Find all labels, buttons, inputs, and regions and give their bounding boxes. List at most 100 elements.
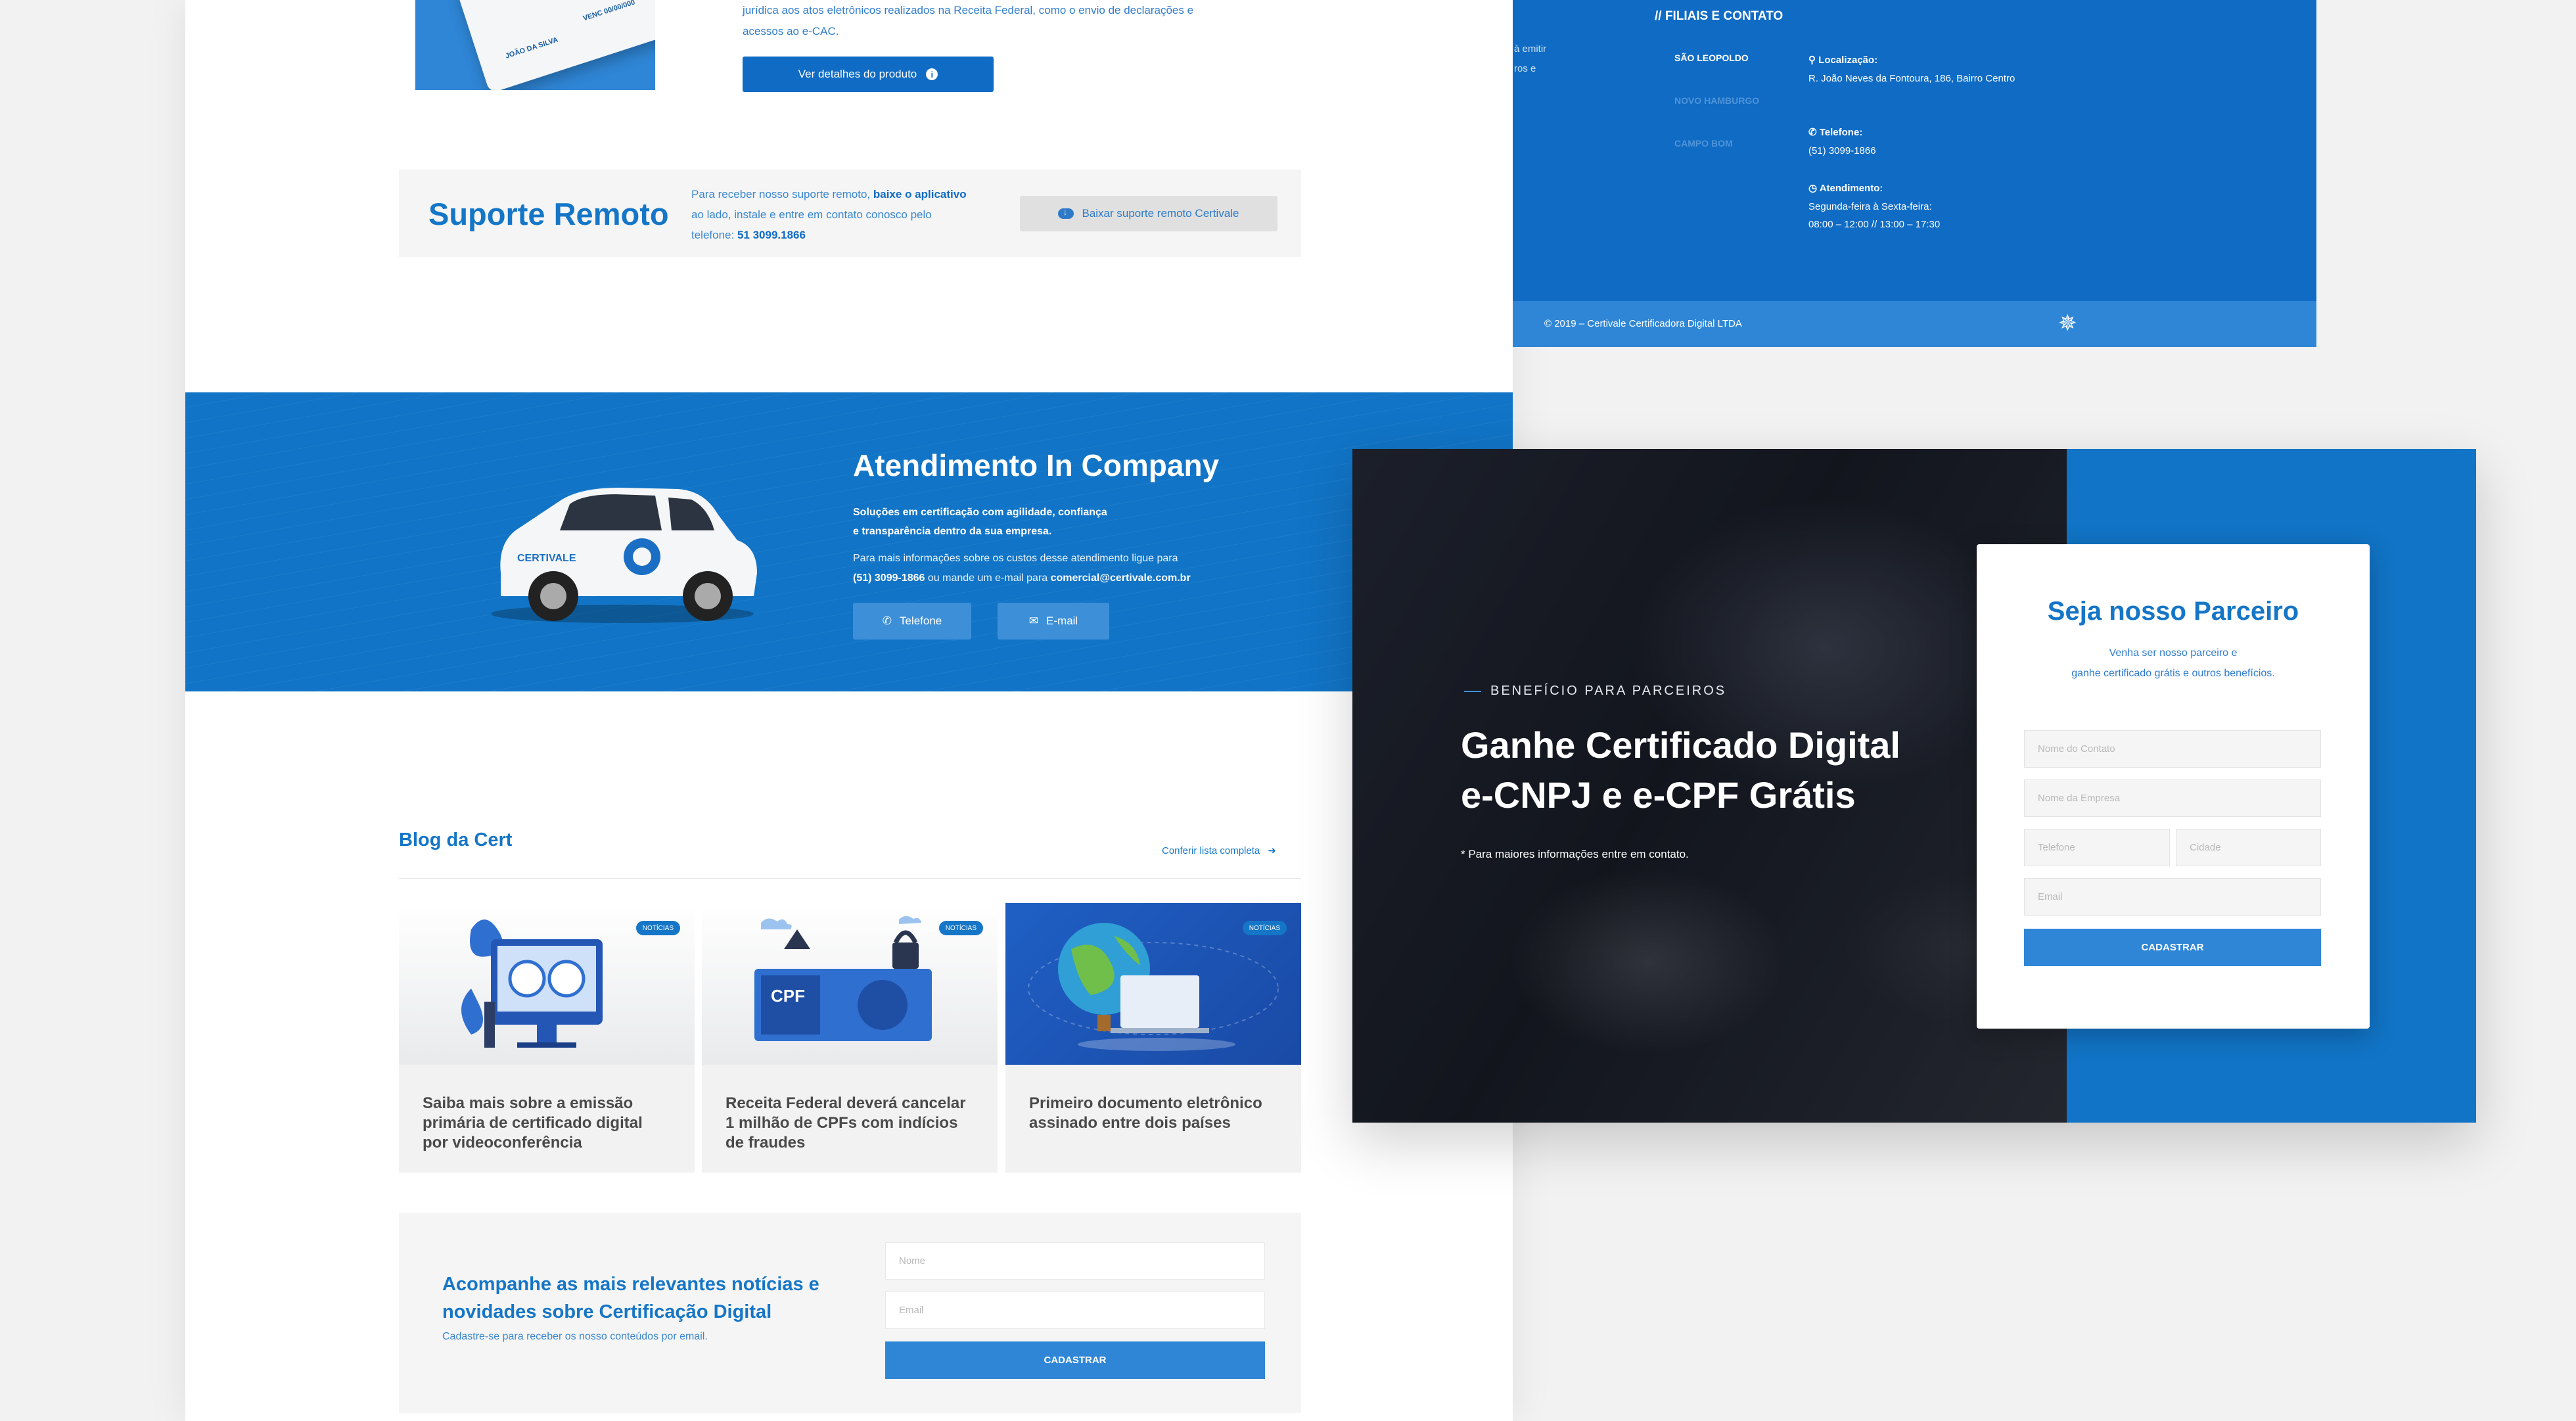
- newsletter-name-input[interactable]: Nome: [885, 1242, 1265, 1280]
- post-badge: NOTÍCIAS: [635, 921, 680, 935]
- cpf-text: CPF: [771, 986, 805, 1006]
- email-button[interactable]: ✉ E-mail: [998, 603, 1109, 640]
- partner-form: Seja nosso Parceiro Venha ser nosso parc…: [1977, 544, 2370, 1029]
- blog-post-card[interactable]: CPF NOTÍCIAS Receita Federal deverá canc…: [702, 903, 998, 1173]
- phone-button[interactable]: ✆ Telefone: [853, 603, 971, 640]
- newsletter-submit-button[interactable]: CADASTRAR: [885, 1341, 1265, 1379]
- in-company-subtitle-line: Soluções em certificação com agilidade, …: [853, 507, 1107, 518]
- branch-tab-campo-bom[interactable]: CAMPO BOM: [1674, 138, 1733, 149]
- hours-value: 08:00 – 12:00 // 13:00 – 17:30: [1808, 219, 1941, 230]
- footer-bar: © 2019 – Certivale Certificadora Digital…: [1513, 301, 2316, 347]
- map-pin-icon: ⚲: [1808, 55, 1819, 66]
- card-expiry: VENC 00/00/000: [582, 0, 636, 23]
- placeholder: Email: [899, 1305, 924, 1316]
- company-name-input[interactable]: Nome da Empresa: [2024, 780, 2321, 817]
- newsletter-subtitle: Cadastre-se para receber os nosso conteú…: [442, 1331, 708, 1342]
- partner-section: BENEFÍCIO PARA PARCEIROS Ganhe Certifica…: [1352, 449, 2476, 1123]
- support-text-bold: baixe o aplicativo: [873, 188, 967, 200]
- placeholder: Nome: [899, 1255, 926, 1267]
- partner-title: Ganhe Certificado Digital e-CNPJ e e-CPF…: [1461, 720, 1987, 820]
- partner-form-title: Seja nosso Parceiro: [2047, 597, 2299, 626]
- hours-label: ◷ Atendimento:: [1808, 182, 1883, 194]
- contact-name-input[interactable]: Nome do Contato: [2024, 730, 2321, 768]
- placeholder: Cidade: [2190, 842, 2221, 853]
- blog-post-card[interactable]: NOTÍCIAS Primeiro documento eletrônico a…: [1005, 903, 1301, 1173]
- partner-title-line: e-CNPJ e e-CPF Grátis: [1461, 774, 1856, 816]
- location-label: ⚲ Localização:: [1808, 54, 1877, 66]
- footer-fragment: à emitir: [1514, 43, 1547, 55]
- partner-form-subtitle-line: Venha ser nosso parceiro e: [2109, 647, 2238, 659]
- blog-post-title: Receita Federal deverá cancelar 1 milhão…: [725, 1094, 966, 1152]
- car-label: CERTIVALE: [517, 553, 576, 564]
- product-details-button[interactable]: Ver detalhes do produto i: [743, 57, 994, 92]
- in-company-info: Para mais informações sobre os custos de…: [853, 549, 1313, 588]
- blog-title: Blog da Cert: [399, 829, 513, 850]
- in-company-phone: (51) 3099-1866: [853, 572, 925, 584]
- certificate-card: JOÃO DA SILVA VENC 00/00/000: [455, 0, 655, 90]
- divider: [399, 878, 1301, 879]
- in-company-subtitle: Soluções em certificação com agilidade, …: [853, 503, 1247, 541]
- in-company-section: CERTIVALE Atendimento In Company Soluçõe…: [185, 392, 1513, 691]
- blog-post-title: Saiba mais sobre a emissão primária de c…: [423, 1094, 643, 1152]
- blog-post-thumbnail: NOTÍCIAS: [399, 903, 695, 1065]
- support-text-part: Para receber nosso suporte remoto,: [691, 188, 873, 200]
- blog-post-thumbnail: CPF NOTÍCIAS: [702, 903, 998, 1065]
- in-company-subtitle-line: e transparência dentro da sua empresa.: [853, 526, 1052, 537]
- phone-icon: ✆: [882, 615, 892, 627]
- email-input[interactable]: Email: [2024, 878, 2321, 916]
- phone-input[interactable]: Telefone: [2024, 829, 2170, 866]
- product-details-label: Ver detalhes do produto: [798, 68, 917, 80]
- arrow-right-icon: ➜: [1268, 845, 1276, 856]
- footer-heading: // FILIAIS E CONTATO: [1655, 9, 1783, 23]
- remote-support-text: Para receber nosso suporte remoto, baixe…: [691, 184, 974, 245]
- agency-logo-icon[interactable]: ✵: [2058, 312, 2077, 335]
- cloud-download-icon: [1058, 206, 1074, 219]
- partner-form-subtitle-line: ganhe certificado grátis e outros benefí…: [2071, 668, 2275, 679]
- partner-title-line: Ganhe Certificado Digital: [1461, 724, 1900, 766]
- blog-full-list-link[interactable]: Conferir lista completa ➜: [1162, 845, 1276, 857]
- company-car-image: CERTIVALE: [491, 488, 757, 623]
- blog-full-list-label: Conferir lista completa: [1162, 845, 1260, 856]
- newsletter-title: Acompanhe as mais relevantes notícias e …: [442, 1274, 819, 1322]
- main-page: JOÃO DA SILVA VENC 00/00/000 jurídica ao…: [185, 0, 1513, 1421]
- phone-icon: ✆: [1808, 127, 1820, 138]
- remote-support-section: Suporte Remoto Para receber nosso suport…: [399, 170, 1301, 257]
- footer-panel: à emitir ros e // FILIAIS E CONTATO SÃO …: [1513, 0, 2316, 347]
- post-badge: NOTÍCIAS: [1242, 921, 1287, 935]
- placeholder: Nome do Contato: [2038, 743, 2115, 755]
- partner-form-subtitle: Venha ser nosso parceiro e ganhe certifi…: [1977, 643, 2370, 684]
- location-value: R. João Neves da Fontoura, 186, Bairro C…: [1808, 73, 2015, 84]
- download-support-label: Baixar suporte remoto Certivale: [1082, 207, 1239, 220]
- info-icon: i: [926, 68, 938, 80]
- city-input[interactable]: Cidade: [2176, 829, 2321, 866]
- download-support-button[interactable]: Baixar suporte remoto Certivale: [1020, 196, 1277, 231]
- partner-note: * Para maiores informações entre em cont…: [1461, 848, 1689, 860]
- branch-tab-novo-hamburgo[interactable]: NOVO HAMBURGO: [1674, 95, 1759, 106]
- hours-days: Segunda-feira à Sexta-feira:: [1808, 201, 1932, 212]
- hours-label-text: Atendimento:: [1819, 183, 1883, 194]
- blog-post-title: Primeiro documento eletrônico assinado e…: [1029, 1094, 1262, 1132]
- clock-icon: ◷: [1808, 183, 1820, 194]
- copyright: © 2019 – Certivale Certificadora Digital…: [1544, 318, 1742, 329]
- blog-post-thumbnail: NOTÍCIAS: [1005, 903, 1301, 1065]
- in-company-email: comercial@certivale.com.br: [1050, 572, 1191, 584]
- newsletter-email-input[interactable]: Email: [885, 1292, 1265, 1329]
- phone-button-label: Telefone: [899, 615, 942, 627]
- partner-submit-button[interactable]: CADASTRAR: [2024, 929, 2321, 966]
- phone-label-text: Telefone:: [1819, 127, 1863, 138]
- product-card-image: JOÃO DA SILVA VENC 00/00/000: [415, 0, 655, 90]
- blog-post-card[interactable]: NOTÍCIAS Saiba mais sobre a emissão prim…: [399, 903, 695, 1173]
- support-phone: 51 3099.1866: [737, 229, 806, 241]
- branch-tab-sao-leopoldo[interactable]: SÃO LEOPOLDO: [1674, 53, 1749, 63]
- placeholder: Telefone: [2038, 842, 2075, 853]
- product-description: jurídica aos atos eletrônicos realizados…: [743, 4, 1194, 37]
- in-company-info-text: ou mande um e-mail para: [925, 572, 1051, 584]
- background-lines: [185, 392, 1513, 691]
- partner-kicker: BENEFÍCIO PARA PARCEIROS: [1464, 684, 1726, 699]
- footer-fragment: ros e: [1514, 63, 1536, 74]
- in-company-title: Atendimento In Company: [853, 448, 1220, 482]
- footer-cut-text: à emitir ros e: [1514, 39, 1546, 79]
- email-button-label: E-mail: [1046, 615, 1078, 627]
- card-name: JOÃO DA SILVA: [504, 35, 559, 60]
- newsletter-section: Acompanhe as mais relevantes notícias e …: [399, 1213, 1301, 1413]
